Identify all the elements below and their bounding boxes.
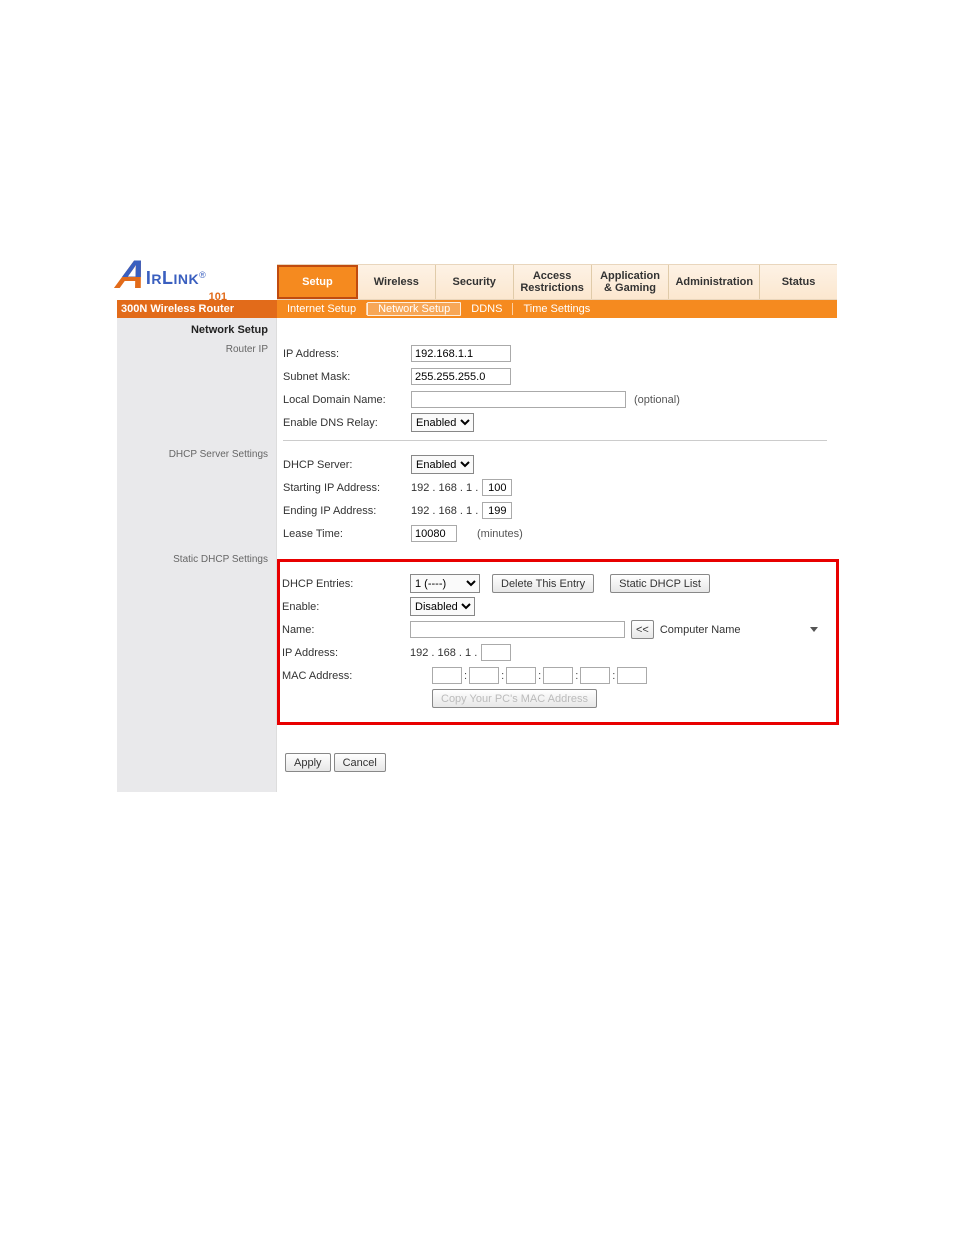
sidebar-static-dhcp: Static DHCP Settings	[117, 550, 276, 569]
dhcp-entries-select[interactable]: 1 (----)	[410, 574, 480, 593]
computer-name-label: Computer Name	[660, 624, 741, 636]
label-local-domain: Local Domain Name:	[281, 394, 411, 406]
label-static-enable: Enable:	[280, 601, 410, 613]
brand-logo: AIRLINK® 101	[117, 255, 277, 303]
lease-time-input[interactable]	[411, 525, 457, 542]
mac-oct-6[interactable]	[617, 667, 647, 684]
arrow-button[interactable]: <<	[631, 620, 654, 639]
mac-oct-2[interactable]	[469, 667, 499, 684]
tab-wireless[interactable]: Wireless	[358, 265, 436, 299]
mac-oct-4[interactable]	[543, 667, 573, 684]
tab-app-gaming[interactable]: Application & Gaming	[592, 265, 670, 299]
label-ending-ip: Ending IP Address:	[281, 505, 411, 517]
subnet-mask-input[interactable]	[411, 368, 511, 385]
end-ip-prefix: 192 . 168 . 1 .	[411, 505, 478, 517]
dns-relay-select[interactable]: Enabled	[411, 413, 474, 432]
tab-administration[interactable]: Administration	[669, 265, 760, 299]
local-domain-input[interactable]	[411, 391, 626, 408]
optional-note: (optional)	[626, 394, 680, 406]
dropdown-icon[interactable]	[810, 627, 818, 632]
start-ip-octet[interactable]	[482, 479, 512, 496]
label-dns-relay: Enable DNS Relay:	[281, 417, 411, 429]
apply-button[interactable]: Apply	[285, 753, 331, 772]
static-dhcp-list-button[interactable]: Static DHCP List	[610, 574, 710, 593]
sidebar-title: Network Setup	[117, 320, 276, 340]
copy-mac-button[interactable]: Copy Your PC's MAC Address	[432, 689, 597, 708]
label-mac-address: MAC Address:	[280, 670, 410, 682]
label-lease-time: Lease Time:	[281, 528, 411, 540]
subtab-time-settings[interactable]: Time Settings	[513, 303, 600, 315]
sidebar-dhcp-server: DHCP Server Settings	[117, 445, 276, 464]
label-ip-address: IP Address:	[281, 348, 411, 360]
label-dhcp-entries: DHCP Entries:	[280, 578, 410, 590]
tab-status[interactable]: Status	[760, 265, 837, 299]
static-ip-octet[interactable]	[481, 644, 511, 661]
ip-address-input[interactable]	[411, 345, 511, 362]
mac-oct-1[interactable]	[432, 667, 462, 684]
end-ip-octet[interactable]	[482, 502, 512, 519]
label-starting-ip: Starting IP Address:	[281, 482, 411, 494]
label-dhcp-server: DHCP Server:	[281, 459, 411, 471]
static-name-input[interactable]	[410, 621, 625, 638]
subtab-ddns[interactable]: DDNS	[461, 303, 513, 315]
start-ip-prefix: 192 . 168 . 1 .	[411, 482, 478, 494]
tab-security[interactable]: Security	[436, 265, 514, 299]
static-ip-prefix: 192 . 168 . 1 .	[410, 647, 477, 659]
label-subnet-mask: Subnet Mask:	[281, 371, 411, 383]
mac-oct-3[interactable]	[506, 667, 536, 684]
subtab-network-setup[interactable]: Network Setup	[367, 302, 461, 316]
dhcp-server-select[interactable]: Enabled	[411, 455, 474, 474]
static-dhcp-highlight: DHCP Entries: 1 (----) Delete This Entry…	[277, 559, 839, 725]
delete-entry-button[interactable]: Delete This Entry	[492, 574, 594, 593]
label-static-ip: IP Address:	[280, 647, 410, 659]
subtab-internet-setup[interactable]: Internet Setup	[277, 303, 367, 315]
static-enable-select[interactable]: Disabled	[410, 597, 475, 616]
label-static-name: Name:	[280, 624, 410, 636]
main-tabs: Setup Wireless Security Access Restricti…	[277, 264, 837, 300]
lease-unit: (minutes)	[457, 528, 523, 540]
tab-setup[interactable]: Setup	[277, 265, 358, 299]
sidebar: Network Setup Router IP DHCP Server Sett…	[117, 318, 277, 792]
cancel-button[interactable]: Cancel	[334, 753, 386, 772]
tab-access-restrictions[interactable]: Access Restrictions	[514, 265, 592, 299]
mac-oct-5[interactable]	[580, 667, 610, 684]
sidebar-router-ip: Router IP	[117, 340, 276, 359]
